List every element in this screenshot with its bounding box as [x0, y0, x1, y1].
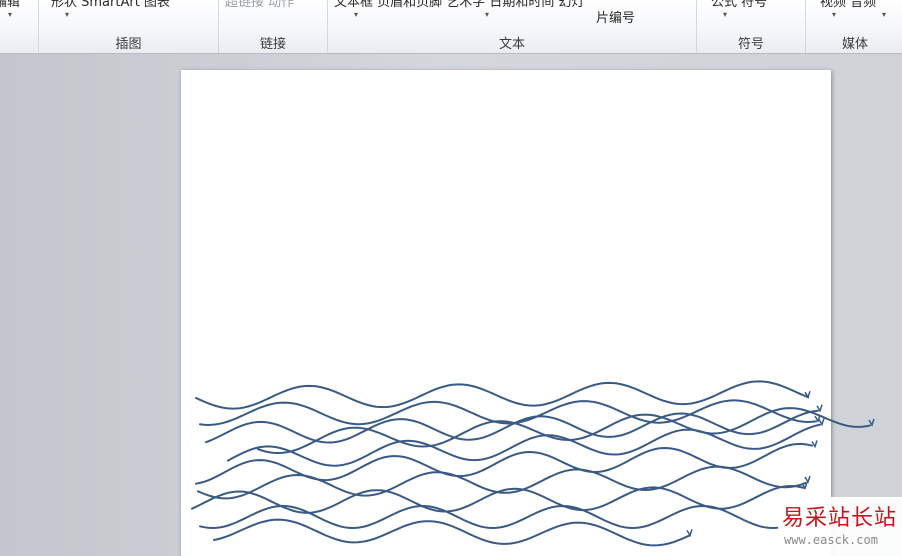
ribbon-toolbar: 编辑 ▾ 形状 SmartArt 图表 ▾ 插图 超链接 动作 链接 文本框 页…: [0, 0, 902, 54]
ribbon-group-edit: 编辑 ▾: [0, 0, 39, 53]
slide-number-label[interactable]: 片编号: [596, 7, 635, 26]
illustrations-buttons-label[interactable]: 形状 SmartArt 图表: [51, 0, 170, 10]
group-label-media: 媒体: [841, 37, 868, 52]
ribbon-group-symbols: 公式 符号 ▾ 符号: [697, 0, 806, 53]
chevron-down-icon[interactable]: ▾: [65, 10, 69, 19]
links-buttons-label[interactable]: 超链接 动作: [225, 0, 294, 10]
chevron-down-icon[interactable]: ▾: [485, 10, 489, 19]
chevron-down-icon[interactable]: ▾: [832, 10, 836, 19]
chevron-down-icon[interactable]: ▾: [8, 10, 12, 19]
site-watermark: 易采站长站 www.easck.com: [778, 497, 902, 556]
edit-button-label[interactable]: 编辑: [0, 0, 20, 10]
group-label-text: 文本: [498, 37, 525, 52]
watermark-title: 易采站长站: [782, 506, 898, 531]
ribbon-group-media: 视频 音频 ▾ ▾ 媒体: [806, 0, 902, 53]
group-label-illustrations: 插图: [115, 37, 142, 52]
ribbon-group-links: 超链接 动作 链接: [219, 0, 328, 53]
text-buttons-label[interactable]: 文本框 页眉和页脚 艺术字 日期和时间 幻灯: [334, 0, 585, 10]
watermark-url: www.easck.com: [784, 533, 878, 547]
symbols-buttons-label[interactable]: 公式 符号: [711, 0, 767, 10]
group-label-links: 链接: [259, 37, 286, 52]
chevron-down-icon[interactable]: ▾: [723, 10, 727, 19]
ribbon-group-text: 文本框 页眉和页脚 艺术字 日期和时间 幻灯 ▾ ▾ 片编号 文本: [328, 0, 697, 53]
chevron-down-icon[interactable]: ▾: [882, 10, 886, 19]
media-buttons-label[interactable]: 视频 音频: [820, 0, 876, 10]
group-label-symbols: 符号: [737, 37, 764, 52]
chevron-down-icon[interactable]: ▾: [354, 10, 358, 19]
slide-canvas[interactable]: [181, 70, 831, 556]
ribbon-group-illustrations: 形状 SmartArt 图表 ▾ 插图: [39, 0, 219, 53]
